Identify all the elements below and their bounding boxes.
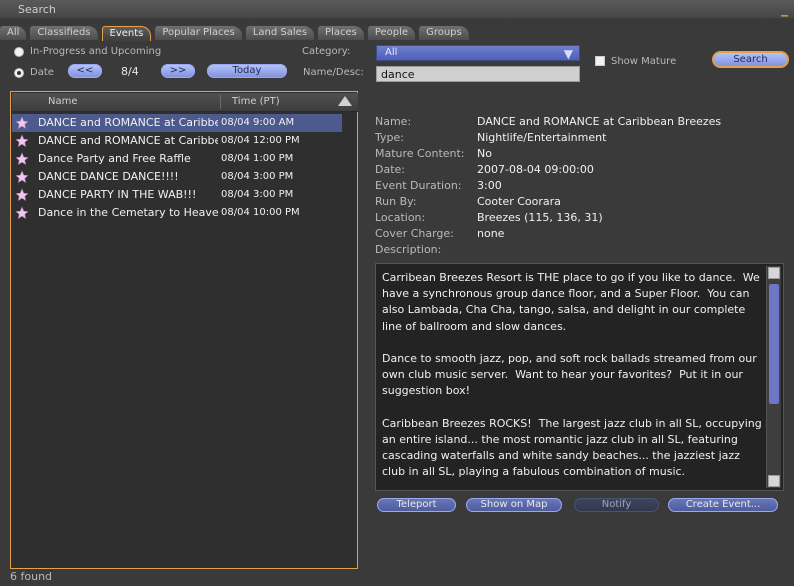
column-time[interactable]: Time (PT) (232, 96, 280, 107)
table-row[interactable]: DANCE DANCE DANCE!!!! 08/04 3:00 PM (12, 168, 342, 186)
row-name: DANCE and ROMANCE at Caribbean Breezes (38, 116, 218, 129)
table-row[interactable]: Dance in the Cemetary to Heavenly Music … (12, 204, 342, 222)
radio-in-progress[interactable] (14, 47, 24, 57)
tab-places[interactable]: Places (318, 26, 364, 40)
star-icon (15, 170, 29, 183)
detail-value-duration: 3:00 (477, 179, 502, 192)
results-list[interactable]: Name Time (PT) DANCE and ROMANCE at Cari… (10, 91, 358, 569)
column-divider (220, 95, 221, 109)
namedesc-label: Name/Desc: (303, 67, 364, 78)
column-name[interactable]: Name (48, 96, 78, 107)
category-label: Category: (302, 46, 351, 57)
date-label: Date (30, 67, 54, 78)
detail-key-location: Location: (375, 211, 426, 224)
scroll-up-button[interactable] (768, 267, 780, 279)
date-value: 8/4 (121, 65, 139, 78)
tab-classifieds[interactable]: Classifieds (30, 26, 98, 40)
row-time: 08/04 3:00 PM (221, 189, 294, 200)
description-box[interactable]: Carribean Breezes Resort is THE place to… (375, 263, 784, 491)
tab-bar: All Classifieds Events Popular Places La… (0, 26, 473, 41)
row-name: DANCE PARTY IN THE WAB!!! (38, 188, 197, 201)
scroll-thumb[interactable] (769, 284, 779, 404)
window-title: Search (18, 3, 56, 16)
star-icon (15, 206, 29, 219)
row-time: 08/04 9:00 AM (221, 117, 295, 128)
table-row[interactable]: DANCE and ROMANCE at Caribbean Breezes 0… (12, 114, 342, 132)
namedesc-input[interactable]: dance (376, 66, 580, 82)
results-count: 6 found (10, 570, 53, 583)
row-name: DANCE and ROMANCE at Caribbean Breezes (38, 134, 218, 147)
scroll-down-button[interactable] (768, 475, 780, 487)
row-name: Dance in the Cemetary to Heavenly Music (38, 206, 218, 219)
detail-value-type: Nightlife/Entertainment (477, 131, 607, 144)
tab-popular-places[interactable]: Popular Places (155, 26, 242, 40)
description-scrollbar[interactable] (766, 266, 781, 488)
category-dropdown[interactable]: All ▼ (376, 45, 580, 61)
detail-value-run-by: Cooter Coorara (477, 195, 561, 208)
row-name: Dance Party and Free Raffle (38, 152, 191, 165)
chevron-down-icon: ▼ (563, 47, 573, 61)
detail-key-name: Name: (375, 115, 412, 128)
row-time: 08/04 10:00 PM (221, 207, 300, 218)
tab-all[interactable]: All (0, 26, 27, 40)
row-time: 08/04 12:00 PM (221, 135, 300, 146)
row-time: 08/04 3:00 PM (221, 171, 294, 182)
detail-key-run-by: Run By: (375, 195, 417, 208)
radio-date[interactable] (14, 68, 24, 78)
star-icon (15, 152, 29, 165)
tab-groups[interactable]: Groups (419, 26, 469, 40)
next-date-button[interactable]: >> (161, 64, 195, 78)
detail-value-date: 2007-08-04 09:00:00 (477, 163, 594, 176)
row-time: 08/04 1:00 PM (221, 153, 294, 164)
notify-button[interactable]: Notify (574, 498, 659, 512)
tab-people[interactable]: People (367, 26, 416, 40)
detail-key-mature: Mature Content: (375, 147, 465, 160)
detail-value-name: DANCE and ROMANCE at Caribbean Breezes (477, 115, 722, 128)
close-icon[interactable]: _ (781, 1, 788, 17)
sort-asc-icon[interactable] (338, 96, 352, 106)
show-mature-label: Show Mature (611, 56, 677, 67)
teleport-button[interactable]: Teleport (377, 498, 456, 512)
star-icon (15, 116, 29, 129)
tab-events[interactable]: Events (101, 26, 152, 41)
search-button[interactable]: Search (713, 52, 788, 67)
row-name: DANCE DANCE DANCE!!!! (38, 170, 179, 183)
results-header: Name Time (PT) (12, 93, 358, 112)
detail-key-description: Description: (375, 243, 442, 256)
namedesc-value: dance (381, 68, 415, 81)
table-row[interactable]: DANCE and ROMANCE at Caribbean Breezes 0… (12, 132, 342, 150)
tab-land-sales[interactable]: Land Sales (245, 26, 315, 40)
prev-date-button[interactable]: << (68, 64, 102, 78)
star-icon (15, 188, 29, 201)
in-progress-label: In-Progress and Upcoming (30, 46, 162, 57)
detail-key-type: Type: (375, 131, 404, 144)
description-text: Carribean Breezes Resort is THE place to… (382, 271, 762, 479)
create-event-button[interactable]: Create Event... (668, 498, 778, 512)
detail-value-mature: No (477, 147, 492, 160)
show-mature-checkbox[interactable] (595, 56, 605, 66)
detail-key-cover: Cover Charge: (375, 227, 454, 240)
table-row[interactable]: Dance Party and Free Raffle 08/04 1:00 P… (12, 150, 342, 168)
window-titlebar (0, 0, 794, 18)
detail-key-duration: Event Duration: (375, 179, 462, 192)
detail-value-cover: none (477, 227, 505, 240)
table-row[interactable]: DANCE PARTY IN THE WAB!!! 08/04 3:00 PM (12, 186, 342, 204)
show-on-map-button[interactable]: Show on Map (466, 498, 562, 512)
star-icon (15, 134, 29, 147)
detail-key-date: Date: (375, 163, 405, 176)
category-value: All (385, 47, 398, 58)
detail-value-location: Breezes (115, 136, 31) (477, 211, 603, 224)
today-button[interactable]: Today (207, 64, 287, 78)
